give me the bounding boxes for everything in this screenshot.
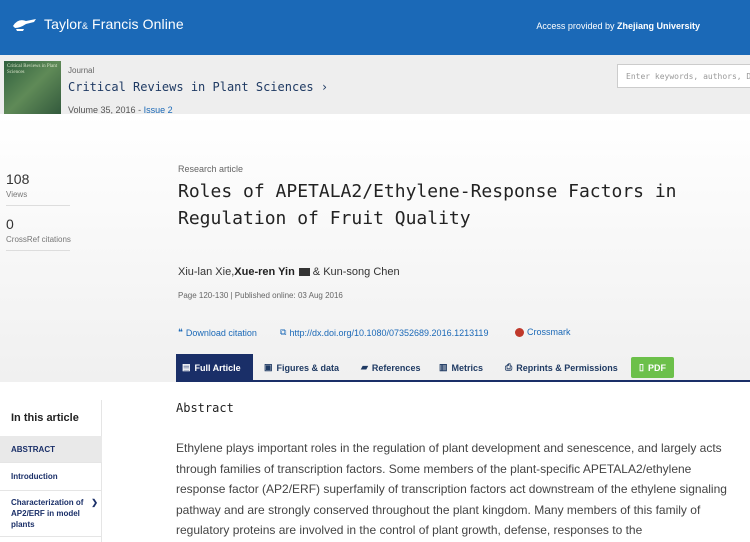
abstract-text: Ethylene plays important roles in the re…: [176, 441, 727, 537]
tab-underline: [176, 380, 750, 382]
lamp-icon: [13, 19, 36, 31]
article-title: Roles of APETALA2/Ethylene-Response Fact…: [178, 181, 677, 229]
journal-label: Journal: [68, 66, 95, 75]
external-link-icon: ⧉: [280, 327, 287, 337]
top-bar: Taylor& Francis Online Access provided b…: [0, 0, 750, 55]
author-link[interactable]: & Kun-song Chen: [313, 266, 400, 278]
article-type: Research article: [178, 164, 244, 174]
page-info: Page 120-130 | Published online: 03 Aug …: [178, 291, 343, 300]
nav-item-abstract[interactable]: ABSTRACT: [0, 436, 102, 463]
pdf-button[interactable]: ▯ PDF: [631, 357, 674, 378]
pdf-icon: ▯: [639, 362, 644, 372]
tab-full-article[interactable]: ▤ Full Article: [176, 354, 253, 381]
nav-item-characterization[interactable]: Characterization of AP2/ERF in model pla…: [0, 491, 102, 537]
document-icon: ▤: [182, 362, 191, 372]
brand-name: Taylor& Francis Online: [44, 16, 184, 32]
crossref-stat: 0 CrossRef citations: [6, 216, 71, 244]
nav-item-introduction[interactable]: Introduction: [0, 463, 102, 491]
author-link[interactable]: Xue-ren Yin: [234, 266, 295, 278]
author-link[interactable]: Xiu-lan Xie,: [178, 266, 234, 278]
tab-figures-data[interactable]: ▣ Figures & data: [258, 354, 345, 381]
image-icon: ▣: [264, 362, 273, 372]
bar-chart-icon: ▥: [439, 362, 448, 372]
nav-title: In this article: [11, 412, 79, 424]
chevron-down-icon: ❯: [91, 498, 98, 507]
tab-reprints-permissions[interactable]: ⎙ Reprints & Permissions: [499, 354, 624, 381]
views-stat: 108 Views: [6, 171, 30, 199]
stat-divider: [6, 205, 70, 206]
abstract-heading: Abstract: [176, 401, 234, 415]
book-icon: ▰: [361, 362, 368, 372]
article-header-bg: [0, 114, 750, 382]
crossmark-link[interactable]: Crossmark: [515, 327, 571, 337]
journal-cover[interactable]: Critical Reviews in Plant Sciences: [4, 61, 61, 114]
email-icon[interactable]: [298, 268, 310, 276]
author-list: Xiu-lan Xie, Xue-ren Yin & Kun-song Chen: [178, 266, 400, 278]
crossmark-icon: [515, 327, 524, 337]
brand-logo[interactable]: Taylor& Francis Online: [12, 16, 184, 32]
search-input[interactable]: Enter keywords, authors, DOI: [617, 64, 750, 88]
download-citation-link[interactable]: ❝ Download citation: [178, 327, 257, 338]
journal-title-link[interactable]: Critical Reviews in Plant Sciences ›: [68, 80, 328, 94]
doi-link[interactable]: ⧉ http://dx.doi.org/10.1080/07352689.2016…: [280, 327, 488, 338]
tab-metrics[interactable]: ▥ Metrics: [433, 354, 489, 381]
tab-references[interactable]: ▰ References: [355, 354, 426, 381]
print-icon: ⎙: [505, 362, 513, 372]
access-provider: Access provided by Zhejiang University: [536, 21, 700, 31]
quote-icon: ❝: [178, 327, 183, 337]
stat-divider: [6, 250, 70, 251]
